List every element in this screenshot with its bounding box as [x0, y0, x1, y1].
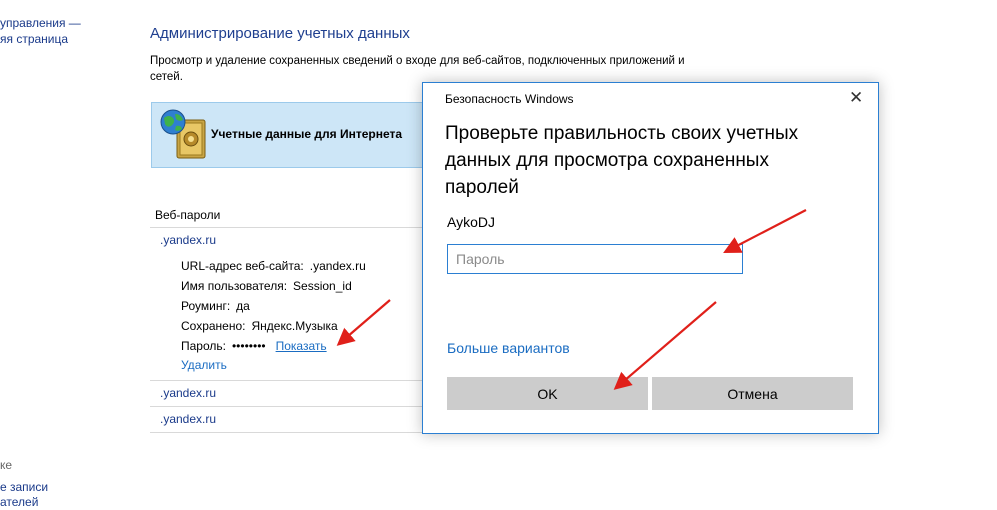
sidebar-link-home[interactable]: яя страница: [0, 32, 68, 46]
credential-type-label: Учетные данные для Интернета: [211, 127, 403, 141]
detail-roaming-value: да: [236, 299, 250, 313]
show-password-link[interactable]: Показать: [276, 339, 327, 353]
detail-url-label: URL-адрес веб-сайта:: [181, 259, 304, 273]
divider: [150, 406, 440, 407]
remove-link[interactable]: Удалить: [181, 358, 227, 372]
detail-password-label: Пароль:: [181, 339, 226, 353]
detail-saved: Сохранено: Яндекс.Музыка: [181, 319, 338, 333]
close-icon[interactable]: ✕: [849, 88, 863, 108]
dialog-username: AykoDJ: [447, 214, 495, 230]
detail-password-value: ••••••••: [231, 339, 266, 353]
arrow-to-show-link: [336, 299, 391, 346]
detail-url: URL-адрес веб-сайта: .yandex.ru: [181, 259, 366, 273]
detail-roaming-label: Роуминг:: [181, 299, 231, 313]
ok-button[interactable]: OK: [447, 377, 648, 410]
sidebar-link-accounts[interactable]: е записи: [0, 480, 48, 494]
divider: [150, 227, 440, 228]
list-item-site[interactable]: .yandex.ru: [160, 386, 216, 400]
divider: [150, 380, 440, 381]
dialog-title: Безопасность Windows: [445, 92, 574, 106]
detail-user-label: Имя пользователя:: [181, 279, 288, 293]
page-title: Администрирование учетных данных: [150, 25, 410, 42]
detail-user: Имя пользователя: Session_id: [181, 279, 352, 293]
detail-saved-label: Сохранено:: [181, 319, 246, 333]
globe-safe-icon: [160, 109, 206, 159]
dialog-heading: Проверьте правильность своих учетных дан…: [445, 123, 799, 198]
detail-saved-value: Яндекс.Музыка: [251, 319, 338, 333]
windows-security-dialog: Безопасность Windows ✕ Проверьте правиль…: [422, 82, 879, 434]
password-input[interactable]: [447, 244, 743, 274]
cancel-button[interactable]: Отмена: [652, 377, 853, 410]
detail-url-value: .yandex.ru: [309, 259, 366, 273]
more-options-link[interactable]: Больше вариантов: [447, 340, 570, 356]
web-passwords-header: Веб-пароли: [155, 208, 221, 222]
page-description: Просмотр и удаление сохраненных сведений…: [150, 55, 685, 83]
detail-user-value: Session_id: [293, 279, 352, 293]
sidebar-see-also: ке: [0, 458, 13, 472]
sidebar-link-control-panel[interactable]: управления —: [0, 16, 81, 30]
list-item-site[interactable]: .yandex.ru: [160, 412, 216, 426]
sidebar-link-users[interactable]: ателей: [0, 495, 38, 509]
divider: [150, 432, 440, 433]
detail-password: Пароль: •••••••• Показать: [181, 339, 327, 353]
list-item-site[interactable]: .yandex.ru: [160, 233, 216, 247]
detail-roaming: Роуминг: да: [181, 299, 250, 313]
